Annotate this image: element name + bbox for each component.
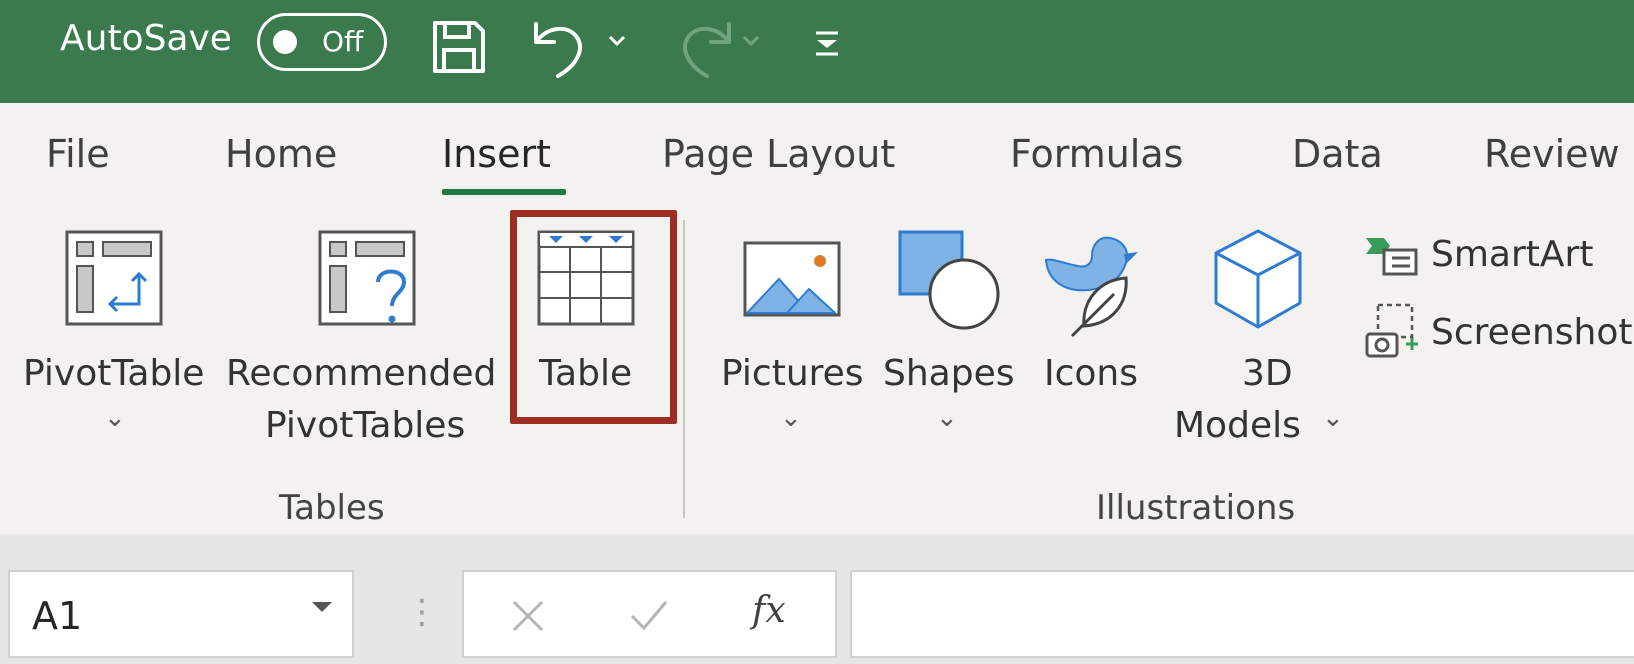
recommended-pivottables-icon — [318, 230, 416, 326]
autosave-state: Off — [322, 25, 364, 58]
name-box[interactable]: A1 — [8, 570, 354, 658]
undo-dropdown-chevron-icon[interactable] — [607, 34, 627, 48]
tab-home[interactable]: Home — [225, 132, 337, 176]
icons-label: Icons — [1044, 353, 1139, 394]
enter-check-icon[interactable] — [628, 596, 670, 636]
smartart-icon — [1366, 238, 1418, 276]
tab-data[interactable]: Data — [1292, 132, 1383, 176]
screenshot-icon — [1365, 303, 1418, 358]
redo-icon — [683, 22, 731, 78]
customize-qat-icon[interactable] — [812, 28, 842, 58]
tab-insert[interactable]: Insert — [442, 132, 551, 176]
chevron-down-icon: ⌄ — [936, 403, 958, 433]
3d-models-button[interactable]: 3D Models ⌄ — [1166, 225, 1350, 460]
smartart-button[interactable]: SmartArt — [1360, 228, 1630, 284]
icons-button[interactable]: Icons — [1036, 225, 1148, 460]
icons-icon — [1044, 236, 1138, 338]
cancel-icon[interactable] — [508, 596, 548, 636]
recommended-label-line1: Recommended — [226, 353, 497, 394]
smartart-label: SmartArt — [1431, 234, 1594, 275]
active-tab-indicator — [442, 189, 566, 195]
pivottable-button[interactable]: PivotTable ⌄ — [18, 225, 214, 460]
resize-grip-icon[interactable]: ⋮ — [405, 592, 439, 632]
shapes-label: Shapes — [883, 353, 1015, 394]
insert-function-icon[interactable]: fx — [752, 590, 786, 631]
3d-models-label-line1: 3D — [1242, 353, 1293, 394]
chevron-down-icon: ⌄ — [104, 403, 126, 433]
name-box-dropdown-icon[interactable] — [312, 602, 332, 612]
chevron-down-icon: ⌄ — [1322, 403, 1344, 433]
tab-formulas[interactable]: Formulas — [1010, 132, 1183, 176]
recommended-pivottables-button[interactable]: Recommended PivotTables — [224, 225, 506, 460]
tab-page-layout[interactable]: Page Layout — [662, 132, 895, 176]
group-separator — [683, 220, 685, 518]
table-highlight-box — [510, 210, 677, 424]
tab-file[interactable]: File — [46, 132, 110, 176]
name-box-value: A1 — [32, 594, 83, 638]
toggle-knob — [273, 30, 297, 54]
recommended-label-line2: PivotTables — [265, 405, 466, 446]
title-bar: AutoSave Off — [0, 0, 1634, 103]
screenshot-label: Screenshot — [1431, 312, 1633, 353]
pictures-button[interactable]: Pictures ⌄ — [716, 225, 866, 460]
autosave-toggle[interactable]: Off — [257, 13, 387, 71]
3d-cube-icon — [1214, 229, 1302, 329]
screenshot-button[interactable]: Screenshot — [1360, 302, 1633, 364]
tables-group-label: Tables — [279, 488, 385, 528]
chevron-down-icon: ⌄ — [780, 403, 802, 433]
shapes-icon — [898, 230, 1000, 330]
tab-review[interactable]: Review — [1484, 132, 1620, 176]
save-icon[interactable] — [430, 18, 488, 76]
illustrations-group-label: Illustrations — [1096, 488, 1296, 528]
pictures-icon — [743, 241, 841, 317]
pivottable-label: PivotTable — [23, 353, 205, 394]
pictures-label: Pictures — [721, 353, 864, 394]
redo-dropdown-chevron-icon — [742, 35, 760, 47]
shapes-button[interactable]: Shapes ⌄ — [880, 225, 1018, 460]
autosave-label: AutoSave — [60, 18, 232, 59]
undo-icon[interactable] — [530, 16, 600, 80]
3d-models-label-line2: Models — [1174, 405, 1301, 446]
formula-input[interactable] — [850, 570, 1634, 658]
pivottable-icon — [65, 230, 163, 326]
